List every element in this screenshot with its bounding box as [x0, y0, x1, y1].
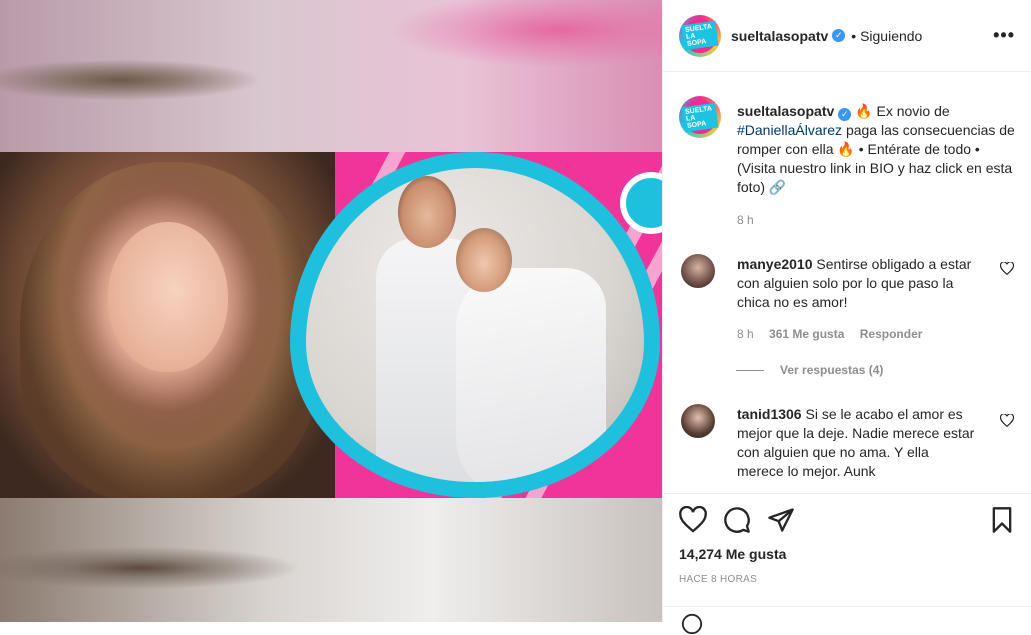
account-avatar[interactable]: SUELTA LA SOPA — [679, 14, 721, 57]
post-actions: 14,274 Me gusta HACE 8 HORAS — [663, 493, 1031, 635]
avatar-logo: SUELTA LA SOPA — [681, 20, 719, 51]
comment-text: tanid1306 Si se le acabo el amor es mejo… — [737, 405, 977, 481]
more-options-icon[interactable]: ••• — [993, 25, 1015, 46]
post-timestamp: HACE 8 HORAS — [679, 574, 758, 585]
post-media-area — [0, 0, 662, 622]
comment-avatar[interactable] — [681, 404, 715, 438]
post-header: SUELTA LA SOPA sueltalasopatv ✓ • Siguie… — [663, 0, 1031, 72]
caption-username[interactable]: sueltalasopatv — [737, 103, 834, 119]
fire-emoji: 🔥 — [837, 141, 855, 157]
caption-time[interactable]: 8 h — [737, 213, 754, 227]
blurred-background-top — [0, 0, 662, 152]
save-bookmark-icon[interactable] — [988, 506, 1016, 534]
verified-badge-icon: ✓ — [832, 29, 846, 42]
comment-time[interactable]: 8 h — [737, 327, 754, 341]
follow-status-label: Siguiendo — [860, 27, 923, 44]
share-send-icon[interactable] — [767, 506, 795, 534]
header-username[interactable]: sueltalasopatv — [731, 28, 828, 44]
link-emoji: 🔗 — [768, 179, 787, 195]
comment-meta: 8 h 361 Me gusta Responder — [737, 327, 934, 341]
decor-dot — [620, 172, 662, 234]
caption-hashtag[interactable]: #DaniellaÁlvarez — [737, 122, 842, 138]
comment-likes[interactable]: 361 Me gusta — [769, 327, 844, 341]
couple-photo-circle — [290, 152, 660, 498]
follow-status[interactable]: • Siguiendo — [851, 28, 922, 44]
avatar-inner: SUELTA LA SOPA — [681, 18, 719, 53]
woman-portrait — [0, 152, 335, 498]
add-comment-bar[interactable] — [663, 606, 1031, 635]
comment-like-icon[interactable] — [999, 413, 1015, 430]
verified-badge-icon: ✓ — [838, 108, 852, 121]
caption-avatar[interactable]: SUELTA LA SOPA — [679, 96, 721, 138]
likes-count[interactable]: 14,274 Me gusta — [679, 546, 786, 562]
avatar-inner: SUELTA LA SOPA — [681, 100, 719, 134]
view-replies-button[interactable]: Ver respuestas (4) — [780, 363, 883, 377]
post-image[interactable] — [0, 152, 662, 498]
comments-section: SUELTA LA SOPA sueltalasopatv ✓ 🔥 Ex novi… — [663, 72, 1031, 493]
comment-like-icon[interactable] — [999, 261, 1015, 278]
like-heart-icon[interactable] — [679, 506, 707, 534]
woman-face — [108, 222, 228, 372]
fire-emoji: 🔥 — [855, 103, 873, 119]
comment-bubble-icon[interactable] — [723, 506, 751, 534]
woman-head — [456, 228, 512, 292]
caption-text-1: Ex novio de — [872, 103, 950, 119]
woman-figure — [456, 268, 606, 482]
avatar-logo: SUELTA LA SOPA — [681, 102, 719, 132]
reply-button[interactable]: Responder — [860, 327, 923, 341]
blurred-background-bottom — [0, 498, 662, 622]
caption-text: sueltalasopatv ✓ 🔥 Ex novio de #DaniellaÁ… — [737, 102, 1019, 197]
post-details-panel: SUELTA LA SOPA sueltalasopatv ✓ • Siguie… — [662, 0, 1031, 635]
comment-username[interactable]: tanid1306 — [737, 406, 802, 422]
comment-text: manye2010 Sentirse obligado a estar con … — [737, 255, 977, 312]
comment-username[interactable]: manye2010 — [737, 256, 813, 272]
comment-avatar[interactable] — [681, 254, 715, 288]
man-head — [398, 176, 456, 248]
emoji-icon[interactable] — [681, 613, 703, 635]
